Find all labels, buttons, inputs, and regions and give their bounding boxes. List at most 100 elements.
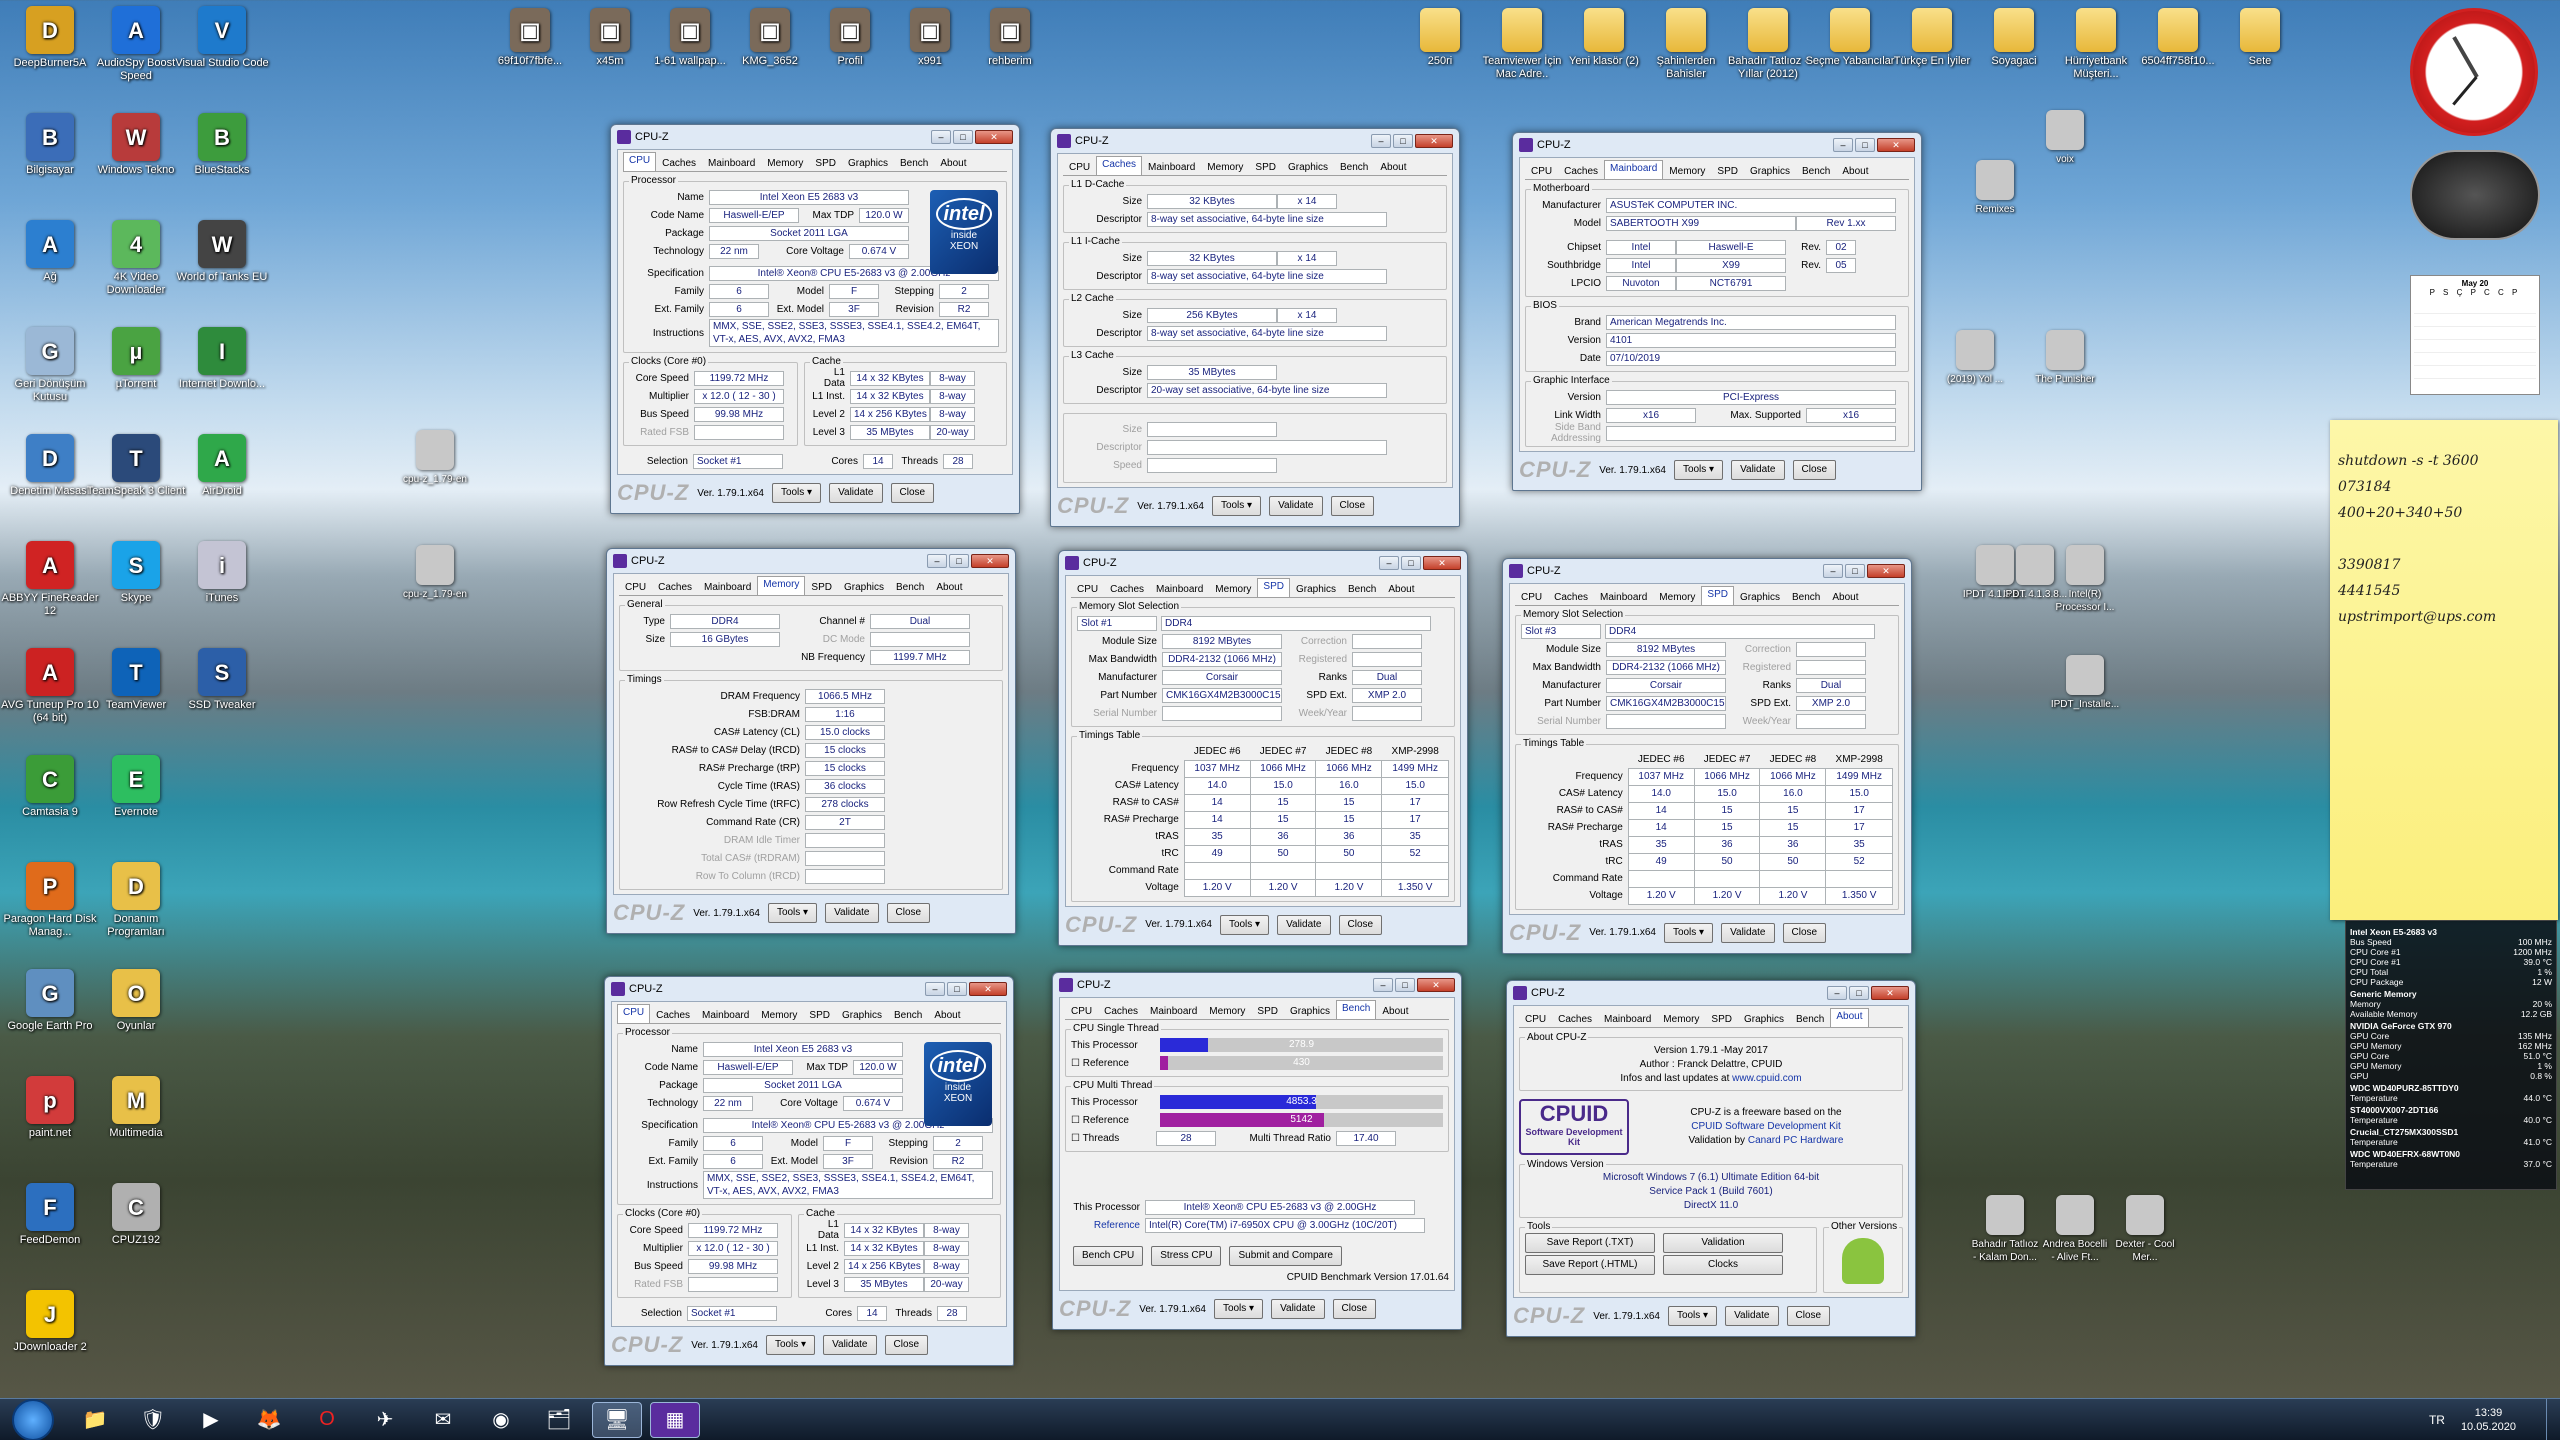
tab-spd[interactable]: SPD — [1705, 1011, 1738, 1027]
title-bar[interactable]: CPU-Z – □ ✕ — [617, 125, 1013, 149]
tab-bench[interactable]: Bench — [1334, 159, 1374, 175]
tab-cpu[interactable]: CPU — [1065, 1003, 1098, 1019]
tab-mainboard[interactable]: Mainboard — [1150, 581, 1209, 597]
desktop-icon[interactable]: i iTunes — [172, 541, 272, 605]
cpuz-window-mainboard[interactable]: CPU-Z – □ ✕ CPU Caches Mainboard Memory SPD Grap… — [1512, 132, 1922, 491]
close-icon[interactable]: ✕ — [1877, 138, 1915, 152]
tab-caches[interactable]: Caches — [1548, 589, 1594, 605]
desktop-icon[interactable]: 4 4K Video Downloader — [86, 220, 186, 297]
validate-button[interactable]: Validate — [823, 1335, 877, 1355]
desktop-icon[interactable]: B BlueStacks — [172, 113, 272, 177]
desktop-icon[interactable]: T TeamSpeak 3 Client — [86, 434, 186, 498]
tab-bench[interactable]: Bench — [1342, 581, 1382, 597]
minimize-button[interactable]: – — [1373, 978, 1393, 992]
tab-cpu[interactable]: CPU — [1063, 159, 1096, 175]
threads-select[interactable]: 28 — [1156, 1130, 1216, 1146]
cpuz-window-about[interactable]: CPU-Z – □ ✕ CPU Caches Mainboard Memory SPD Grap… — [1506, 980, 1916, 1337]
minimize-button[interactable]: – — [1833, 138, 1853, 152]
tab-bench[interactable]: Bench — [1790, 1011, 1830, 1027]
desktop-icon[interactable]: A Ağ — [0, 220, 100, 284]
tab-graphics[interactable]: Graphics — [1744, 163, 1796, 179]
tab-about[interactable]: About — [1826, 589, 1864, 605]
tab-caches[interactable]: Caches — [656, 155, 702, 171]
tab-about[interactable]: About — [930, 579, 968, 595]
tab-cpu[interactable]: CPU — [619, 579, 652, 595]
tab-cpu[interactable]: CPU — [1519, 1011, 1552, 1027]
tab-graphics[interactable]: Graphics — [1734, 589, 1786, 605]
desktop-icon[interactable]: D DeepBurner5A — [0, 6, 100, 70]
save-report-html-button[interactable]: Save Report (.HTML) — [1525, 1255, 1655, 1275]
close-icon[interactable]: ✕ — [1423, 556, 1461, 570]
tray-clock[interactable]: 13:39 10.05.2020 — [2461, 1406, 2516, 1434]
desktop-icon[interactable]: voix — [2030, 110, 2100, 166]
close-icon[interactable]: ✕ — [1867, 564, 1905, 578]
tab-bench[interactable]: Bench — [1786, 589, 1826, 605]
title-bar[interactable]: CPU-Z – □ ✕ — [1519, 133, 1915, 157]
desktop-icon[interactable]: M Multimedia — [86, 1076, 186, 1140]
desktop-icon[interactable]: Dexter - Cool Mer... — [2110, 1195, 2180, 1264]
cpuz-window-spd-slot3[interactable]: CPU-Z – □ ✕ CPU Caches Mainboard Memory SPD Graph… — [1502, 558, 1912, 954]
folder-taskbar-icon[interactable]: 🗂 — [534, 1402, 584, 1438]
tools-button[interactable]: Tools ▾ — [1213, 1299, 1264, 1319]
validate-button[interactable]: Validate — [1721, 922, 1775, 943]
tab-mainboard[interactable]: Mainboard — [1604, 160, 1664, 179]
tools-button[interactable]: Tools ▾ — [1219, 914, 1270, 935]
tab-about[interactable]: About — [1830, 1008, 1869, 1027]
tab-about[interactable]: About — [1382, 581, 1420, 597]
desktop-icon[interactable]: E Evernote — [86, 755, 186, 819]
desktop-icon[interactable]: G Google Earth Pro — [0, 969, 100, 1033]
tab-spd[interactable]: SPD — [1251, 1003, 1284, 1019]
close-icon[interactable]: ✕ — [971, 554, 1009, 568]
bench-cpu-button[interactable]: Bench CPU — [1073, 1246, 1144, 1266]
close-button[interactable]: Close — [1332, 1299, 1377, 1319]
title-bar[interactable]: CPU-Z – □ ✕ — [1065, 551, 1461, 575]
tab-memory[interactable]: Memory — [755, 1007, 803, 1023]
tab-mainboard[interactable]: Mainboard — [702, 155, 761, 171]
canard-link[interactable]: Canard PC Hardware — [1748, 1135, 1844, 1146]
stress-cpu-button[interactable]: Stress CPU — [1151, 1246, 1222, 1266]
cpuid-link[interactable]: www.cpuid.com — [1732, 1073, 1801, 1084]
tab-mainboard[interactable]: Mainboard — [1142, 159, 1201, 175]
minimize-button[interactable]: – — [925, 982, 945, 996]
desktop-icon[interactable]: P Paragon Hard Disk Manag... — [0, 862, 100, 939]
tab-memory[interactable]: Memory — [1201, 159, 1249, 175]
cpuz-window-bench[interactable]: CPU-Z – □ ✕ CPU Caches Mainboard Memory SPD Grap… — [1052, 972, 1462, 1330]
validate-button[interactable]: Validate — [1271, 1299, 1325, 1319]
desktop-icon[interactable]: V Visual Studio Code — [172, 6, 272, 70]
title-bar[interactable]: CPU-Z – □ ✕ — [1057, 129, 1453, 153]
tools-button[interactable]: Tools ▾ — [1667, 1306, 1718, 1326]
minimize-button[interactable]: – — [1827, 986, 1847, 1000]
tab-cpu[interactable]: CPU — [617, 1004, 651, 1023]
title-bar[interactable]: CPU-Z – □ ✕ — [1059, 973, 1455, 997]
desktop-icon[interactable]: D Denetim Masası — [0, 434, 100, 498]
minimize-button[interactable]: – — [1379, 556, 1399, 570]
desktop-icon[interactable]: F FeedDemon — [0, 1183, 100, 1247]
tools-button[interactable]: Tools ▾ — [1673, 460, 1724, 480]
reference-select[interactable]: Intel(R) Core(TM) i7-6950X CPU @ 3.00GHz… — [1145, 1217, 1425, 1233]
tab-spd[interactable]: SPD — [809, 155, 842, 171]
tab-about[interactable]: About — [1836, 163, 1874, 179]
close-button[interactable]: Close — [1792, 460, 1837, 480]
maximize-button[interactable]: □ — [949, 554, 969, 568]
validate-button[interactable]: Validate — [825, 903, 879, 923]
outlook-taskbar-icon[interactable]: ✉ — [418, 1402, 468, 1438]
maximize-button[interactable]: □ — [953, 130, 973, 144]
tools-button[interactable]: Tools ▾ — [1663, 922, 1714, 943]
tab-memory[interactable]: Memory — [761, 155, 809, 171]
minimize-button[interactable]: – — [927, 554, 947, 568]
maximize-button[interactable]: □ — [1849, 986, 1869, 1000]
minimize-button[interactable]: – — [1371, 134, 1391, 148]
close-button[interactable]: Close — [1338, 914, 1383, 935]
socket-select[interactable]: Socket #1 — [687, 1305, 777, 1321]
android-icon[interactable] — [1842, 1238, 1884, 1284]
validate-button[interactable]: Validate — [1277, 914, 1331, 935]
tab-graphics[interactable]: Graphics — [836, 1007, 888, 1023]
desktop-icon[interactable]: S Skype — [86, 541, 186, 605]
title-bar[interactable]: CPU-Z – □ ✕ — [613, 549, 1009, 573]
tab-mainboard[interactable]: Mainboard — [1594, 589, 1653, 605]
explorer-taskbar-icon[interactable]: 📁 — [70, 1402, 120, 1438]
cpuz-window-caches[interactable]: CPU-Z – □ ✕ CPU Caches Mainboard Memory SPD Grap… — [1050, 128, 1460, 527]
tab-graphics[interactable]: Graphics — [1282, 159, 1334, 175]
desktop-icon[interactable]: ▣ rehberim — [960, 8, 1060, 68]
tab-bench[interactable]: Bench — [890, 579, 930, 595]
